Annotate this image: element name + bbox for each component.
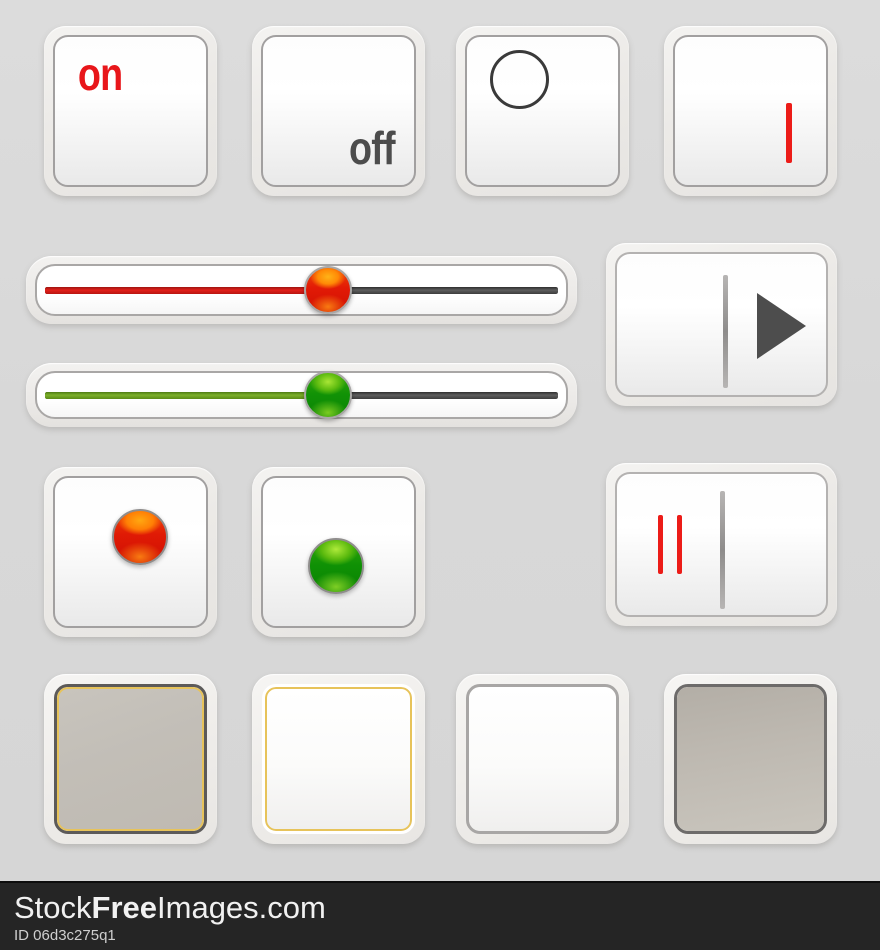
- slider-red-rail: [45, 287, 558, 294]
- square-pressed-gold-face: [57, 687, 204, 831]
- button-pause[interactable]: [606, 463, 837, 626]
- square-white-gold-ring: [262, 684, 415, 834]
- square-pressed-gold-ring: [54, 684, 207, 834]
- watermark-title: StockFreeImages.com: [14, 890, 880, 925]
- circle-outline-icon: [490, 50, 549, 109]
- pause-bars-icon-second: [677, 515, 682, 574]
- button-play-face: [615, 252, 828, 397]
- button-led-green-face: [261, 476, 416, 628]
- pause-bars-icon: [658, 515, 663, 574]
- button-on[interactable]: on: [44, 26, 217, 196]
- slider-green-knob[interactable]: [303, 371, 352, 419]
- square-white-plain-face: [469, 687, 616, 831]
- square-white-gold[interactable]: [252, 674, 425, 844]
- vertical-divider-icon: [720, 491, 725, 609]
- button-circle-face: [465, 35, 620, 187]
- watermark-footer: StockFreeImages.com ID 06d3c275q1: [0, 881, 880, 950]
- ui-kit-canvas: on off: [0, 0, 880, 881]
- slider-green-rail: [45, 392, 558, 399]
- slider-green-track[interactable]: [35, 371, 568, 419]
- button-bar-face: [673, 35, 828, 187]
- vertical-bar-icon: [786, 103, 792, 163]
- led-green-icon: [308, 538, 364, 594]
- led-red-icon: [112, 509, 168, 565]
- square-beige-plain[interactable]: [664, 674, 837, 844]
- square-beige-plain-face: [677, 687, 824, 831]
- square-white-gold-face: [265, 687, 412, 831]
- button-off[interactable]: off: [252, 26, 425, 196]
- button-pause-face: [615, 472, 828, 617]
- button-on-face: on: [53, 35, 208, 187]
- square-pressed-gold[interactable]: [44, 674, 217, 844]
- slider-red-rail-on: [45, 287, 328, 294]
- button-led-green[interactable]: [252, 467, 425, 637]
- off-label: off: [349, 122, 396, 174]
- button-led-red-face: [53, 476, 208, 628]
- watermark-title-suffix: Images.com: [157, 890, 326, 925]
- button-circle[interactable]: [456, 26, 629, 196]
- watermark-title-prefix: Stock: [14, 890, 92, 925]
- watermark-title-bold: Free: [91, 890, 158, 925]
- slider-green-rail-on: [45, 392, 328, 399]
- button-off-face: off: [261, 35, 416, 187]
- on-label: on: [77, 48, 123, 100]
- slider-red[interactable]: [26, 256, 577, 324]
- button-play[interactable]: [606, 243, 837, 406]
- square-white-plain[interactable]: [456, 674, 629, 844]
- button-led-red[interactable]: [44, 467, 217, 637]
- vertical-divider-icon: [723, 275, 728, 388]
- slider-red-track[interactable]: [35, 264, 568, 316]
- square-beige-plain-ring: [674, 684, 827, 834]
- slider-red-knob[interactable]: [303, 266, 352, 314]
- button-bar[interactable]: [664, 26, 837, 196]
- square-white-plain-ring: [466, 684, 619, 834]
- slider-green[interactable]: [26, 363, 577, 427]
- play-triangle-icon: [757, 293, 806, 359]
- watermark-image-id: ID 06d3c275q1: [14, 927, 116, 944]
